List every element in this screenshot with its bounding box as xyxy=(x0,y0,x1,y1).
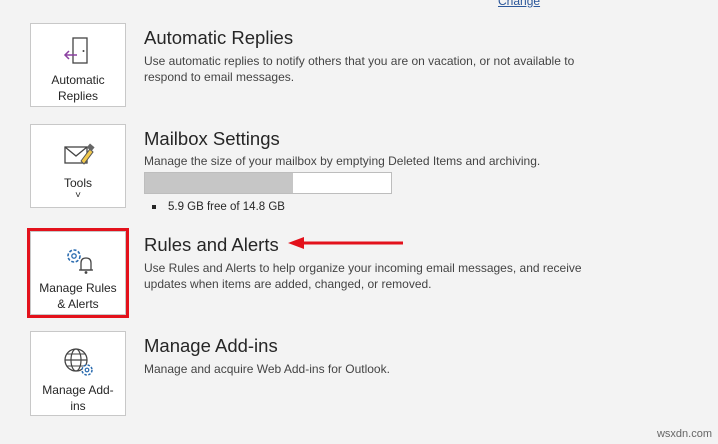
watermark: wsxdn.com xyxy=(656,428,712,440)
bullet-icon xyxy=(152,204,156,209)
manage-addins-title: Manage Add-ins xyxy=(144,335,278,356)
mailbox-quota-fill xyxy=(145,173,293,193)
tools-button[interactable]: Tools ˅ xyxy=(30,124,126,208)
rules-alerts-desc: Use Rules and Alerts to help organize yo… xyxy=(144,261,582,291)
manage-addins-button[interactable]: Manage Add- ins xyxy=(30,331,126,416)
manage-addins-label-line1: Manage Add- xyxy=(42,383,114,397)
rules-alerts-title: Rules and Alerts xyxy=(144,234,279,255)
manage-addins-label-line2: ins xyxy=(70,399,86,413)
automatic-replies-label: Automatic Replies xyxy=(51,72,104,104)
tools-label: Tools ˅ xyxy=(64,175,92,201)
red-arrow-icon xyxy=(288,237,403,249)
mailbox-quota-bar xyxy=(144,172,392,194)
tools-label-text: Tools xyxy=(63,176,92,190)
highlight-box xyxy=(27,228,129,318)
automatic-replies-desc: Use automatic replies to notify others t… xyxy=(144,54,575,84)
automatic-replies-label-line2: Replies xyxy=(57,89,98,103)
mailbox-settings-title: Mailbox Settings xyxy=(144,128,280,149)
automatic-replies-icon xyxy=(61,30,95,72)
globe-gear-icon xyxy=(61,340,95,382)
manage-addins-label: Manage Add- ins xyxy=(42,382,113,414)
automatic-replies-label-line1: Automatic xyxy=(51,73,105,87)
chevron-down-icon: ˅ xyxy=(75,190,81,201)
tools-icon xyxy=(61,133,95,175)
mailbox-settings-desc: Manage the size of your mailbox by empty… xyxy=(144,154,541,168)
mailbox-quota-text: 5.9 GB free of 14.8 GB xyxy=(152,201,285,213)
quota-value: 5.9 GB free of 14.8 GB xyxy=(168,201,285,213)
change-link[interactable]: Change xyxy=(498,0,540,8)
manage-addins-desc: Manage and acquire Web Add-ins for Outlo… xyxy=(144,362,390,376)
automatic-replies-title: Automatic Replies xyxy=(144,27,294,48)
automatic-replies-button[interactable]: Automatic Replies xyxy=(30,23,126,107)
